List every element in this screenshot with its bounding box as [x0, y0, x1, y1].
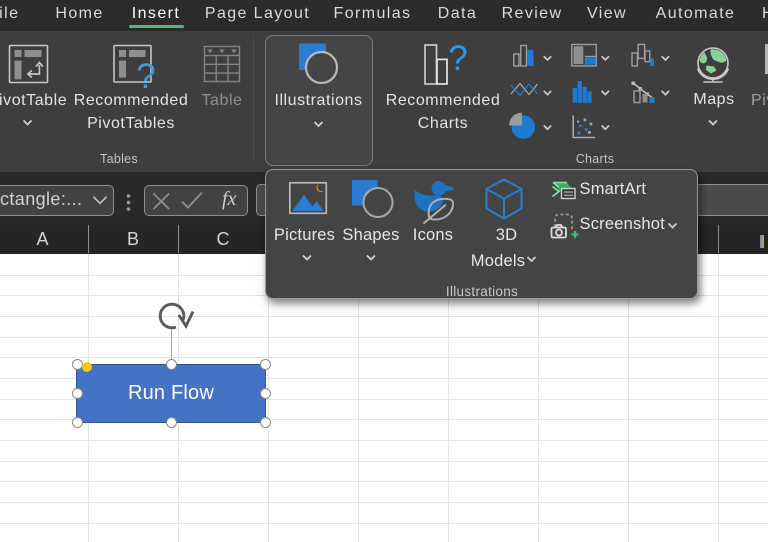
svg-text:?: ?: [448, 39, 467, 78]
svg-text:?: ?: [136, 57, 155, 96]
